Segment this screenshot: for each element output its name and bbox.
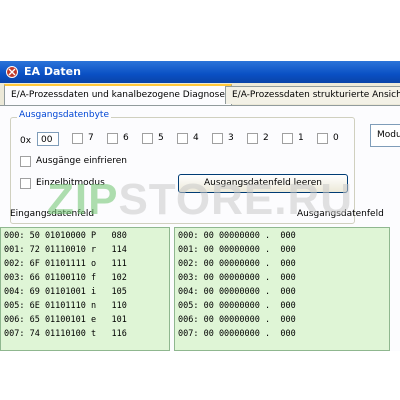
bit-label: 1 [298,133,304,143]
output-field-label: Ausgangsdatenfeld [297,209,384,219]
hex-value-input[interactable]: 00 [37,132,59,146]
tab-panel: Ausgangsdatenbyte 0x 00 7 6 5 4 3 2 1 0 … [0,105,400,351]
list-item: 005: 6E 01101110 n 110 [4,301,127,311]
tab-strip: E/A-Prozessdaten und kanalbezogene Diagn… [0,83,400,107]
title-bar[interactable]: EA Daten [0,61,400,83]
list-item: 000: 00 00000000 . 000 [178,231,296,241]
freeze-outputs-label: Ausgänge einfrieren [36,156,127,166]
bit-label: 7 [88,133,94,143]
list-item: 006: 00 00000000 . 000 [178,315,296,325]
checkbox-box[interactable] [20,178,31,189]
modul-field[interactable]: Modu [370,124,400,147]
checkbox-box[interactable] [247,133,258,144]
list-item: 003: 00 00000000 . 000 [178,273,296,283]
list-item: 001: 72 01110010 r 114 [4,245,127,255]
list-item: 006: 65 01100101 e 101 [4,315,127,325]
group-label: Ausgangsdatenbyte [17,110,111,120]
list-item: 007: 00 00000000 . 000 [178,329,296,339]
ea-daten-window: EA Daten E/A-Prozessdaten und kanalbezog… [0,61,400,351]
list-item: 003: 66 01100110 f 102 [4,273,127,283]
checkbox-box[interactable] [20,156,31,167]
list-item: 002: 6F 01101111 o 111 [4,259,127,269]
list-item: 004: 69 01101001 i 105 [4,287,127,297]
window-title: EA Daten [24,65,81,78]
single-bit-mode-label: Einzelbitmodus [36,178,105,188]
clear-output-button[interactable]: Ausgangsdatenfeld leeren [178,174,348,193]
list-item: 004: 00 00000000 . 000 [178,287,296,297]
bit-label: 4 [193,133,199,143]
list-item: 000: 50 01010000 P 080 [4,231,127,241]
checkbox-box[interactable] [107,133,118,144]
app-icon [6,66,18,78]
input-data-list[interactable]: 000: 50 01010000 P 080 001: 72 01110010 … [0,227,170,351]
checkbox-box[interactable] [177,133,188,144]
bit-label: 2 [263,133,269,143]
bit-label: 5 [158,133,164,143]
list-item: 001: 00 00000000 . 000 [178,245,296,255]
checkbox-box[interactable] [72,133,83,144]
checkbox-box[interactable] [317,133,328,144]
tab-prozessdaten-diagnose[interactable]: E/A-Prozessdaten und kanalbezogene Diagn… [4,84,232,107]
bit-label: 6 [123,133,129,143]
hex-prefix: 0x [20,136,32,146]
list-item: 002: 00 00000000 . 000 [178,259,296,269]
list-item: 007: 74 01110100 t 116 [4,329,127,339]
list-item: 005: 00 00000000 . 000 [178,301,296,311]
checkbox-box[interactable] [142,133,153,144]
tab-strukturierte-ansicht[interactable]: E/A-Prozessdaten strukturierte Ansicht [225,86,400,104]
checkbox-box[interactable] [212,133,223,144]
output-data-list[interactable]: 000: 00 00000000 . 000 001: 00 00000000 … [174,227,390,351]
bit-label: 3 [228,133,234,143]
bit-label: 0 [333,133,339,143]
checkbox-box[interactable] [282,133,293,144]
input-field-label: Eingangsdatenfeld [10,209,95,219]
